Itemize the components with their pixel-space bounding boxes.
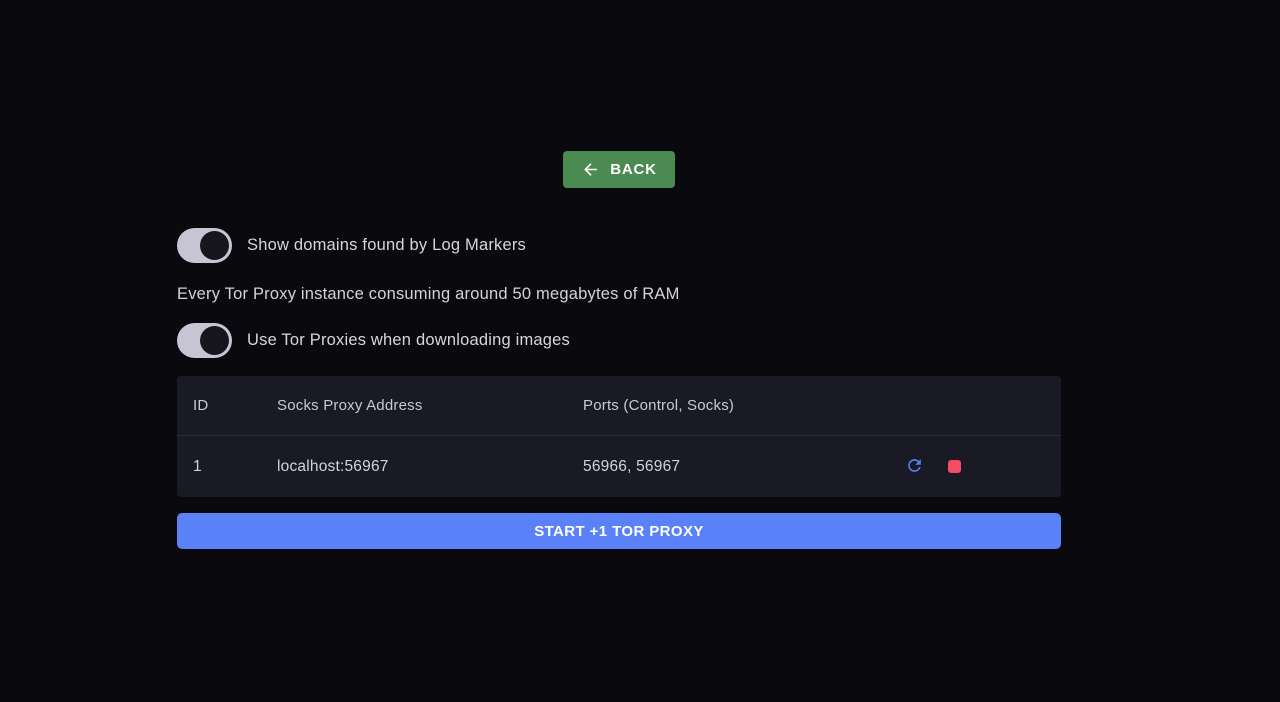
back-button[interactable]: BACK [563,151,675,188]
header-socks-proxy-address: Socks Proxy Address [277,397,583,414]
header-ports: Ports (Control, Socks) [583,397,899,414]
back-button-label: BACK [610,161,657,178]
stop-proxy-button[interactable] [946,458,963,475]
use-tor-proxies-toggle[interactable] [177,323,232,358]
refresh-icon [905,456,924,478]
use-tor-proxies-setting: Use Tor Proxies when downloading images [177,323,1061,358]
stop-icon [948,460,961,473]
cell-actions [899,454,1061,480]
ram-usage-note: Every Tor Proxy instance consuming aroun… [177,284,1061,304]
table-header-row: ID Socks Proxy Address Ports (Control, S… [177,376,1061,436]
arrow-left-icon [581,160,600,179]
header-id: ID [193,397,277,414]
show-domains-toggle[interactable] [177,228,232,263]
show-domains-label: Show domains found by Log Markers [247,236,526,255]
refresh-proxy-button[interactable] [903,454,926,480]
start-tor-proxy-button[interactable]: START +1 TOR PROXY [177,513,1061,549]
toggle-knob [200,326,229,355]
cell-socks-proxy-address: localhost:56967 [277,458,583,476]
tor-proxy-table: ID Socks Proxy Address Ports (Control, S… [177,376,1061,497]
cell-id: 1 [193,458,277,476]
toggle-knob [200,231,229,260]
use-tor-proxies-label: Use Tor Proxies when downloading images [247,331,570,350]
table-row: 1 localhost:56967 56966, 56967 [177,436,1061,497]
show-domains-setting: Show domains found by Log Markers [177,228,1061,263]
back-button-row: BACK [177,0,1061,188]
settings-page: BACK Show domains found by Log Markers E… [177,0,1061,549]
cell-ports: 56966, 56967 [583,458,899,476]
